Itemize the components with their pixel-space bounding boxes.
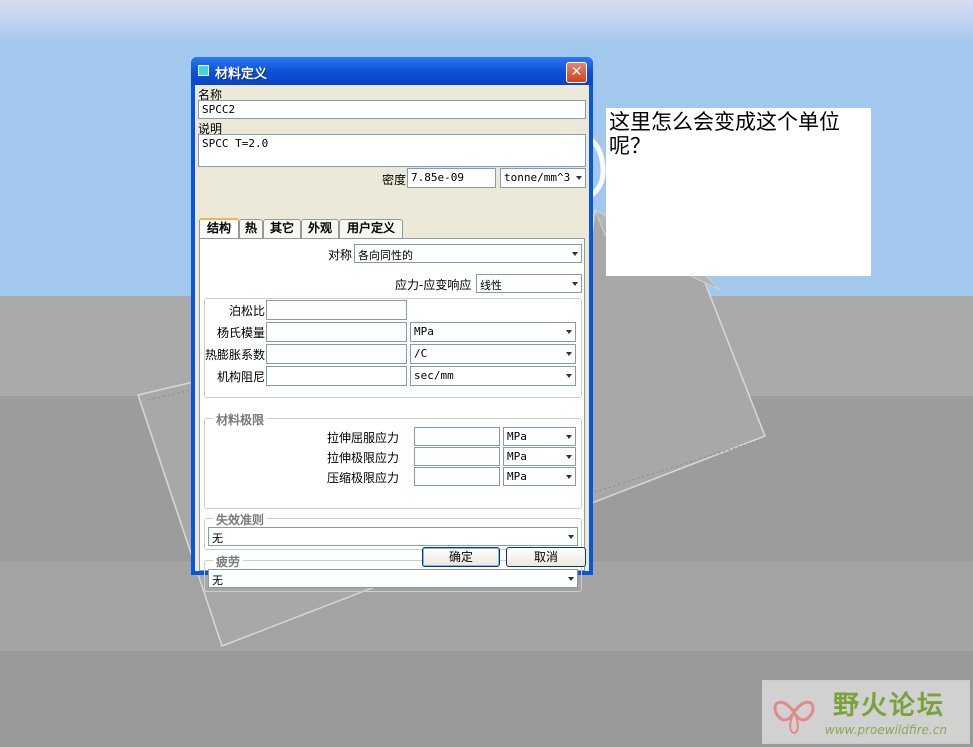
fatigue-select[interactable]: 无 xyxy=(208,569,578,588)
watermark-url: www.proewildfire.cn xyxy=(825,723,947,737)
tensile-ultimate-input[interactable] xyxy=(414,447,500,466)
chevron-down-icon xyxy=(572,251,578,256)
thermal-expansion-unit-select[interactable]: /C xyxy=(410,344,576,364)
tensile-yield-label: 拉伸屈服应力 xyxy=(327,431,400,445)
stress-strain-value: 线性 xyxy=(480,279,502,292)
failure-criterion-group: 失效准则 无 xyxy=(204,511,582,550)
compressive-ultimate-unit: MPa xyxy=(507,470,527,483)
dialog-title: 材料定义 xyxy=(215,67,268,82)
window-icon xyxy=(198,65,209,76)
youngs-modulus-label: 杨氏模量 xyxy=(217,326,266,340)
damping-unit-select[interactable]: sec/mm xyxy=(410,366,576,386)
youngs-modulus-unit-select[interactable]: MPa xyxy=(410,322,576,342)
material-limits-group: 材料极限 拉伸屈服应力 MPa 拉伸极限应力 MPa 压缩极限应力 MPa xyxy=(204,411,582,509)
stress-strain-select[interactable]: 线性 xyxy=(476,274,582,293)
compressive-ultimate-label: 压缩极限应力 xyxy=(327,471,400,485)
damping-unit: sec/mm xyxy=(414,369,454,382)
youngs-modulus-unit: MPa xyxy=(414,325,434,338)
symmetry-select[interactable]: 各向同性的 xyxy=(354,244,582,263)
tab-thermal[interactable]: 热 xyxy=(239,219,263,238)
density-label: 密度 xyxy=(382,173,407,187)
watermark-name: 野火论坛 xyxy=(833,691,946,721)
poisson-label: 泊松比 xyxy=(229,304,266,318)
chevron-down-icon xyxy=(566,454,572,459)
density-unit-value: tonne/mm^3 xyxy=(504,171,571,184)
properties-group: 泊松比 杨氏模量 MPa 热膨胀系数 /C 机构阻尼 sec/mm xyxy=(204,298,582,398)
youngs-modulus-input[interactable] xyxy=(266,322,407,342)
tensile-yield-unit-select[interactable]: MPa xyxy=(503,427,576,446)
chevron-down-icon xyxy=(566,434,572,439)
density-input[interactable]: 7.85e-09 xyxy=(407,168,496,188)
chevron-down-icon xyxy=(576,176,582,180)
symmetry-value: 各向同性的 xyxy=(358,249,413,262)
structure-tab-panel: 对称 各向同性的 应力-应变响应 线性 泊松比 杨氏模量 MPa 热膨胀系数 /… xyxy=(199,238,585,592)
description-input[interactable]: SPCC T=2.0 xyxy=(198,134,586,167)
dialog-client: 名称 SPCC2 说明 SPCC T=2.0 密度 7.85e-09 tonne… xyxy=(195,85,589,592)
poisson-input[interactable] xyxy=(266,300,407,320)
compressive-ultimate-input[interactable] xyxy=(414,467,500,486)
failure-criterion-title: 失效准则 xyxy=(213,511,268,528)
fatigue-value: 无 xyxy=(212,574,223,587)
annotation-text: 这里怎么会变成这个单位呢？ xyxy=(609,110,840,158)
compressive-ultimate-unit-select[interactable]: MPa xyxy=(503,467,576,486)
damping-label: 机构阻尼 xyxy=(217,370,266,384)
density-unit-select[interactable]: tonne/mm^3 xyxy=(500,168,586,188)
annotation-note: 这里怎么会变成这个单位呢？ xyxy=(606,108,871,276)
thermal-expansion-unit: /C xyxy=(414,347,428,360)
chevron-down-icon xyxy=(566,374,572,378)
tensile-ultimate-unit: MPa xyxy=(507,450,527,463)
symmetry-label: 对称 xyxy=(328,248,353,262)
tensile-ultimate-unit-select[interactable]: MPa xyxy=(503,447,576,466)
tensile-yield-input[interactable] xyxy=(414,427,500,446)
chevron-down-icon xyxy=(566,474,572,479)
material-limits-title: 材料极限 xyxy=(213,411,268,428)
tensile-ultimate-label: 拉伸极限应力 xyxy=(327,451,400,465)
close-icon: ✕ xyxy=(570,64,583,80)
forum-watermark: 野火论坛 www.proewildfire.cn xyxy=(762,680,970,744)
close-button[interactable]: ✕ xyxy=(566,62,587,83)
tab-user-defined[interactable]: 用户定义 xyxy=(339,219,403,238)
tab-other[interactable]: 其它 xyxy=(263,219,301,238)
butterfly-logo-icon xyxy=(773,700,815,735)
dialog-titlebar[interactable]: 材料定义 ✕ xyxy=(191,57,593,85)
damping-input[interactable] xyxy=(266,366,407,386)
tab-appearance[interactable]: 外观 xyxy=(301,219,339,238)
thermal-expansion-input[interactable] xyxy=(266,344,407,364)
cancel-button[interactable]: 取消 xyxy=(506,547,586,567)
chevron-down-icon xyxy=(566,330,572,334)
name-input[interactable]: SPCC2 xyxy=(198,100,586,119)
fatigue-title: 疲劳 xyxy=(213,553,244,570)
chevron-down-icon xyxy=(568,534,574,539)
tensile-yield-unit: MPa xyxy=(507,430,527,443)
failure-criterion-select[interactable]: 无 xyxy=(208,527,578,546)
material-definition-dialog: 材料定义 ✕ 名称 SPCC2 说明 SPCC T=2.0 密度 7.85e-0… xyxy=(191,57,593,592)
tab-structure[interactable]: 结构 xyxy=(199,218,239,239)
chevron-down-icon xyxy=(572,281,578,286)
stress-strain-label: 应力-应变响应 xyxy=(395,278,472,292)
thermal-expansion-label: 热膨胀系数 xyxy=(205,348,266,362)
chevron-down-icon xyxy=(566,352,572,356)
failure-criterion-value: 无 xyxy=(212,532,223,545)
chevron-down-icon xyxy=(568,576,574,581)
ok-button[interactable]: 确定 xyxy=(422,547,500,567)
